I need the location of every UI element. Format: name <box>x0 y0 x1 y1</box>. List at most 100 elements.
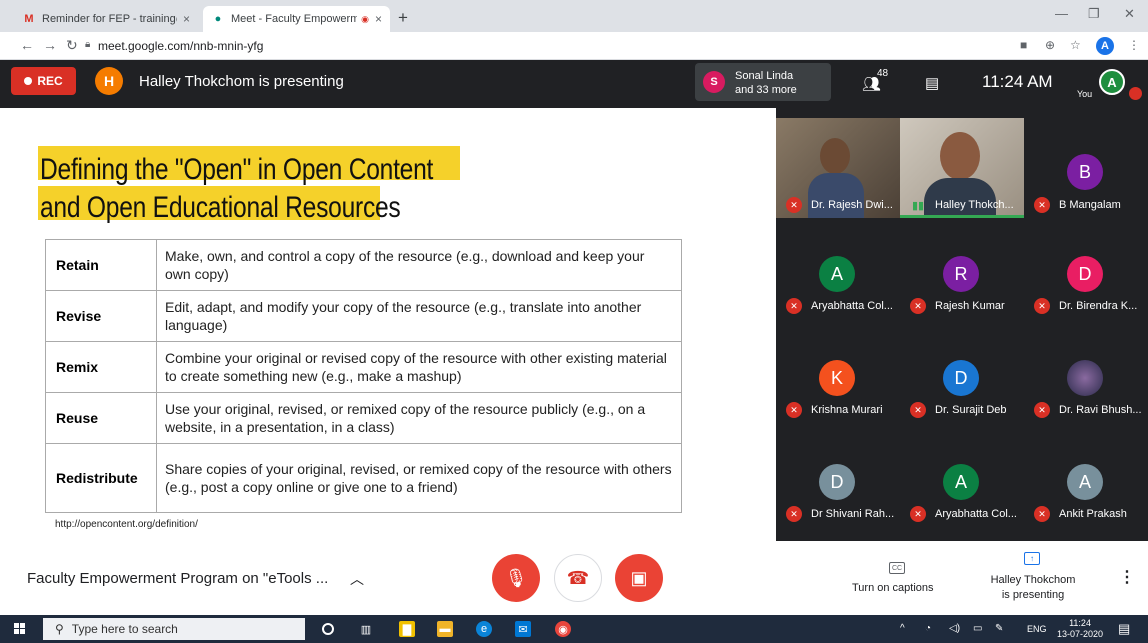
reload-icon[interactable]: ↻ <box>66 37 78 54</box>
url-input[interactable]: meet.google.com/nnb-mnin-yfg <box>98 39 263 53</box>
muted-mic-icon: ✕ <box>1034 298 1050 314</box>
mic-off-icon: 🎙︎ <box>504 567 528 588</box>
others-more: and 33 more <box>735 84 797 96</box>
zoom-icon[interactable]: ⊕ <box>1045 38 1055 52</box>
presenting-text: Halley Thokchom is presenting <box>139 73 344 90</box>
avatar: A <box>1067 464 1103 500</box>
participant-tile[interactable]: ✕ Dr. Rajesh Dwi... <box>776 108 900 218</box>
cortana-icon[interactable] <box>322 623 334 635</box>
participant-name: Ankit Prakash <box>1059 508 1127 520</box>
lock-icon: 🔒︎ <box>85 39 91 50</box>
browser-tab-bar: M Reminder for FEP - training@ary × ● Me… <box>0 0 1148 32</box>
hang-up-icon: ☎︎ <box>566 567 590 588</box>
muted-mic-icon: ✕ <box>1034 197 1050 213</box>
screen: M Reminder for FEP - training@ary × ● Me… <box>0 0 1148 643</box>
more-options-icon[interactable]: ⋮ <box>1119 567 1135 587</box>
present-button[interactable]: Halley Thokchom is presenting <box>988 573 1078 603</box>
self-avatar[interactable]: A <box>1099 69 1125 95</box>
back-icon[interactable]: ← <box>20 37 34 53</box>
camera-toggle-button[interactable]: ▣ <box>615 554 663 602</box>
avatar: A <box>943 464 979 500</box>
tab-title: Meet - Faculty Empowermen <box>231 13 358 25</box>
new-tab-button[interactable]: + <box>398 8 408 28</box>
tab-gmail[interactable]: M Reminder for FEP - training@ary × <box>14 6 198 32</box>
pen-icon[interactable]: ✎ <box>995 623 1003 634</box>
term-cell: Reuse <box>45 392 157 444</box>
taskbar-search[interactable]: ⚲ Type here to search <box>43 618 305 640</box>
file-explorer-icon[interactable]: ▬ <box>437 621 453 637</box>
meet-icon: ● <box>214 13 222 25</box>
menu-icon[interactable]: ⋮ <box>1128 38 1140 52</box>
participant-name: Rajesh Kumar <box>935 300 1005 312</box>
avatar: D <box>819 464 855 500</box>
participant-name: Dr. Rajesh Dwi... <box>811 199 893 211</box>
taskbar-clock[interactable]: 11:24 13-07-2020 <box>1057 618 1103 640</box>
chrome-icon[interactable]: ◉ <box>555 621 571 637</box>
volume-icon[interactable]: ◁) <box>949 623 960 634</box>
participant-name: Dr. Surajit Deb <box>935 404 1007 416</box>
avatar: S <box>703 71 725 93</box>
participant-tile[interactable]: ✕ Dr. Ravi Bhush... <box>1024 344 1148 454</box>
close-icon[interactable]: × <box>183 12 190 26</box>
definition-cell: Share copies of your original, revised, … <box>156 443 682 513</box>
rec-label: REC <box>37 74 63 88</box>
avatar: D <box>943 360 979 396</box>
avatar: K <box>819 360 855 396</box>
leave-call-button[interactable]: ☎︎ <box>554 554 602 602</box>
forward-icon[interactable]: → <box>43 37 57 53</box>
slide-source-link: http://opencontent.org/definition/ <box>55 519 198 530</box>
captions-button[interactable]: Turn on captions <box>852 582 934 594</box>
table-row: Revise Edit, adapt, and modify your copy … <box>45 290 682 342</box>
mail-icon[interactable]: ✉ <box>515 621 531 637</box>
participant-grid: ✕ Dr. Rajesh Dwi... ▮▮ Halley Thokch... … <box>776 108 1148 541</box>
definition-cell: Combine your original or revised copy of… <box>156 341 682 393</box>
muted-mic-icon: ✕ <box>1034 506 1050 522</box>
maximize-icon[interactable]: ❐ <box>1088 6 1100 22</box>
present-icon[interactable]: ↑ <box>1024 552 1040 565</box>
close-window-icon[interactable]: ✕ <box>1124 6 1135 22</box>
close-icon[interactable]: × <box>375 12 382 26</box>
participant-tile[interactable]: D ✕ Dr. Birendra K... <box>1024 240 1148 350</box>
slide-title-line2: and Open Educational Resources <box>40 191 401 224</box>
muted-mic-icon: ✕ <box>910 298 926 314</box>
minimize-icon[interactable]: — <box>1055 6 1068 21</box>
term-cell: Retain <box>45 239 157 291</box>
mic-toggle-button[interactable]: 🎙︎ <box>492 554 540 602</box>
chevron-up-icon[interactable]: ︿ <box>350 569 364 589</box>
meeting-title[interactable]: Faculty Empowerment Program on "eTools .… <box>27 570 328 587</box>
gmail-icon: M <box>24 13 34 25</box>
participant-tile[interactable]: R ✕ Rajesh Kumar <box>900 240 1024 350</box>
presenter-avatar: H <box>95 67 123 95</box>
other-presenters[interactable]: S Sonal Linda and 33 more <box>695 63 831 101</box>
search-icon: ⚲ <box>55 622 64 636</box>
language-indicator[interactable]: ENG <box>1027 624 1047 634</box>
tab-title: Reminder for FEP - training@ary <box>42 13 177 25</box>
term-cell: Remix <box>45 341 157 393</box>
search-placeholder: Type here to search <box>71 622 178 636</box>
chat-icon[interactable]: ▤ <box>925 74 939 92</box>
participant-tile[interactable]: A ✕ Aryabhatta Col... <box>776 240 900 350</box>
participant-tile[interactable]: B ✕ B Mangalam <box>1024 108 1148 218</box>
participant-tile[interactable]: D ✕ Dr. Surajit Deb <box>900 344 1024 454</box>
store-icon[interactable]: ▇ <box>399 621 415 637</box>
profile-avatar[interactable]: A <box>1096 37 1114 55</box>
participant-tile[interactable]: K ✕ Krishna Murari <box>776 344 900 454</box>
captions-icon[interactable]: CC <box>889 562 905 574</box>
network-icon[interactable]: ◔ <box>925 623 931 634</box>
notifications-icon[interactable]: ▤ <box>1118 621 1130 637</box>
tray-chevron-icon[interactable]: ^ <box>900 623 905 634</box>
meeting-clock: 11:24 AM <box>982 72 1053 91</box>
participant-tile[interactable]: ▮▮ Halley Thokch... <box>900 108 1024 218</box>
oer-table: Retain Make, own, and control a copy of t… <box>45 239 682 513</box>
term-cell: Revise <box>45 290 157 342</box>
recording-icon: ◉ <box>361 13 369 24</box>
edge-icon[interactable]: e <box>476 621 492 637</box>
task-view-icon[interactable]: ▥ <box>358 621 374 637</box>
avatar: D <box>1067 256 1103 292</box>
camera-indicator-icon[interactable]: ■ <box>1020 38 1027 52</box>
battery-icon[interactable]: ▭ <box>973 623 982 634</box>
windows-start-icon[interactable] <box>14 623 26 635</box>
bookmark-star-icon[interactable]: ☆ <box>1070 38 1081 52</box>
tab-meet[interactable]: ● Meet - Faculty Empowermen ◉ × <box>203 6 390 32</box>
muted-mic-icon: ✕ <box>786 402 802 418</box>
